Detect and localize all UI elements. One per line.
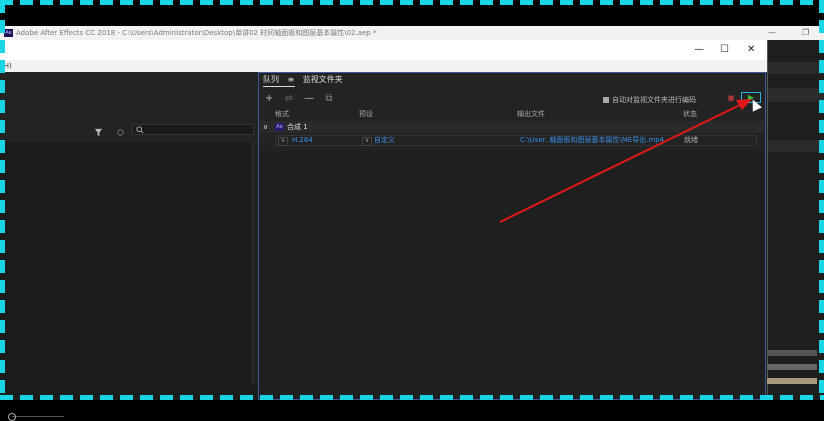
timeline-bar [767, 378, 817, 384]
timeline-bar [767, 364, 817, 370]
auto-encode-checkbox[interactable] [603, 97, 609, 103]
output-module-row[interactable]: ∨ H.264 ∨ 自定义 C:\User..轴面板和图层基本属性\ME导出.m… [275, 135, 757, 146]
ae-titlebar: Ae Adobe After Effects CC 2018 - C:\User… [0, 26, 824, 40]
thumbnail-slider-handle[interactable] [8, 413, 16, 421]
output-format[interactable]: H.264 [292, 136, 313, 145]
highlight-border-top [0, 0, 824, 5]
output-preset[interactable]: 自定义 [374, 136, 395, 145]
column-status[interactable]: 状态 [683, 109, 697, 119]
ae-logo-icon: Ae [4, 29, 13, 37]
ae-panel-bar [766, 62, 824, 74]
add-output-button[interactable]: + [265, 93, 273, 104]
column-output-file[interactable]: 输出文件 [517, 109, 545, 119]
render-status: 就绪 [684, 136, 698, 144]
tab-queue[interactable]: 队列 [263, 75, 279, 84]
column-preset[interactable]: 预设 [359, 109, 373, 119]
stop-button[interactable]: ■ [727, 94, 735, 102]
thumbnail-slider-track[interactable] [12, 416, 64, 417]
queue-toolbar: + ⇌ — ⧉ [265, 93, 340, 104]
preset-dropdown-icon[interactable]: ∨ [362, 137, 372, 146]
format-dropdown-icon[interactable]: ∨ [278, 137, 288, 146]
auto-encode-option[interactable]: 自动对监视文件夹进行编码 [603, 95, 696, 105]
duplicate-button[interactable]: ⧉ [325, 93, 332, 104]
ae-restore-button[interactable]: ❐ [802, 26, 809, 40]
highlight-border-bottom [0, 395, 824, 400]
project-items-list[interactable] [0, 142, 253, 394]
render-item-group[interactable]: ∨ Ae 合成 1 [259, 121, 765, 133]
ae-window-title: Adobe After Effects CC 2018 - C:\Users\A… [16, 29, 377, 37]
maximize-button[interactable]: ☐ [720, 42, 729, 58]
tab-watch-folder[interactable]: 监视文件夹 [303, 75, 343, 84]
active-tab-indicator [263, 86, 295, 87]
queue-column-headers: 格式 预设 输出文件 状态 [259, 109, 765, 119]
highlight-border-right [819, 0, 824, 400]
chevron-down-icon[interactable]: ∨ [263, 121, 268, 133]
output-file-path[interactable]: C:\User..轴面板和图层基本属性\ME导出.mp4 [520, 136, 664, 145]
auto-encode-label: 自动对监视文件夹进行编码 [612, 96, 696, 104]
ae-minimize-button[interactable]: — [768, 26, 776, 40]
ae-panel-bar [766, 140, 824, 152]
dialog-titlebar: — ☐ ✕ [0, 40, 767, 60]
menu-bar: (H) [0, 60, 767, 72]
project-search-input[interactable] [132, 124, 254, 135]
project-panel [0, 72, 256, 421]
queue-empty-area [259, 151, 765, 399]
column-format[interactable]: 格式 [275, 109, 289, 119]
composition-name: 合成 1 [287, 123, 308, 131]
render-queue-panel: 队列 ≡ 监视文件夹 + ⇌ — ⧉ 自动对监视文件夹进行编码 ■ ▶ 格式 预… [258, 72, 766, 400]
tab-queue-menu-icon[interactable]: ≡ [288, 75, 295, 84]
color-depth-icon[interactable] [116, 128, 125, 139]
ae-timeline-fragment [767, 346, 824, 390]
close-button[interactable]: ✕ [747, 42, 755, 58]
search-icon [136, 126, 144, 134]
timeline-bar [767, 350, 817, 356]
funnel-icon[interactable] [94, 128, 103, 139]
ae-panel-bar [766, 88, 824, 102]
settings-icon[interactable]: ⇌ [285, 93, 293, 104]
remove-button[interactable]: — [304, 93, 314, 104]
highlight-border-left [0, 0, 5, 400]
minimize-button[interactable]: — [694, 42, 704, 58]
composition-icon: Ae [275, 123, 284, 131]
panel-tabs: 队列 ≡ 监视文件夹 [263, 73, 349, 87]
